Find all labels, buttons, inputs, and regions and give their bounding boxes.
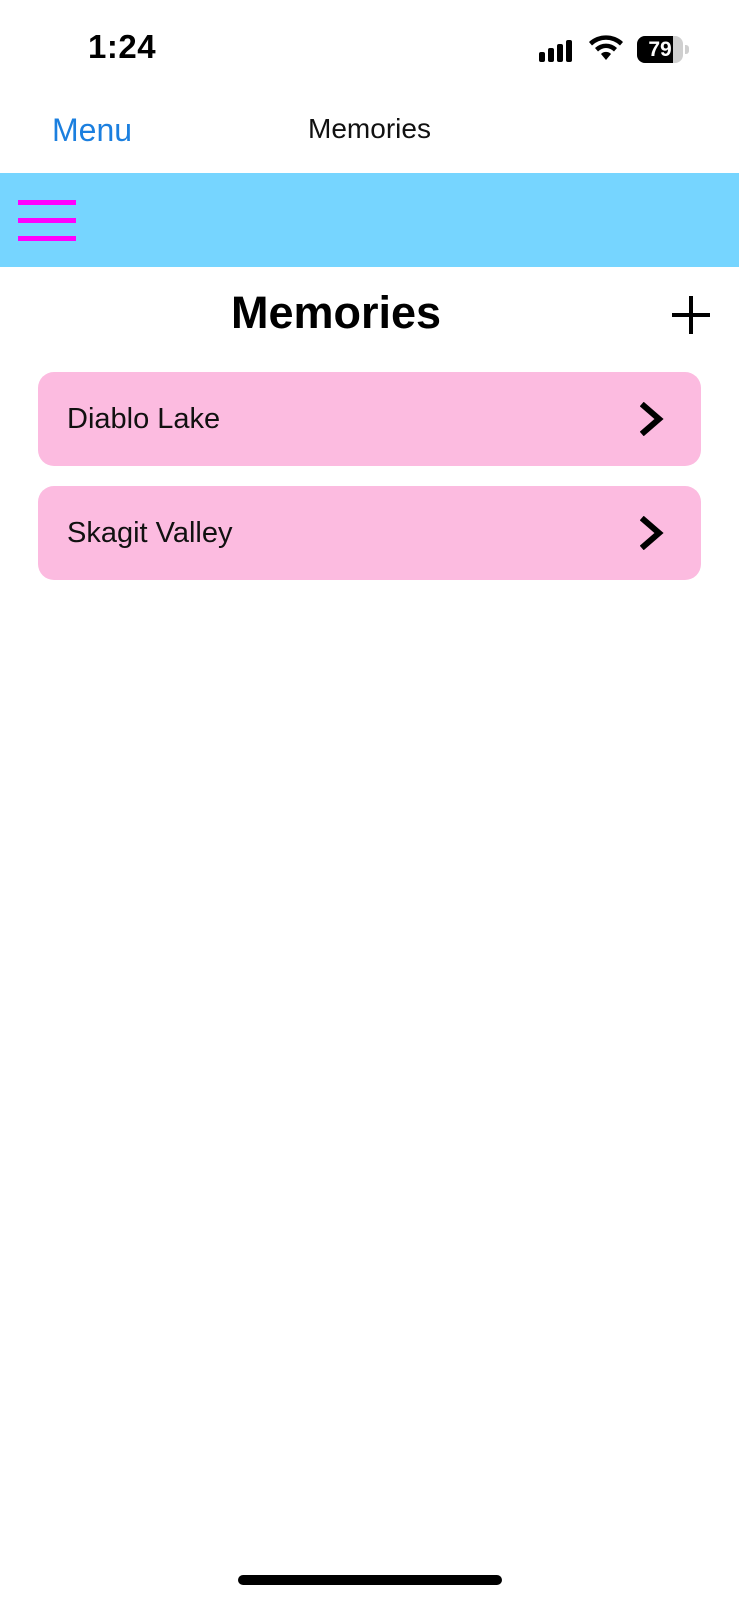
status-bar: 1:24 79 [0,0,739,96]
chevron-right-icon [639,401,664,437]
plus-icon[interactable] [670,294,712,336]
list-item[interactable]: Skagit Valley [38,486,701,580]
status-time: 1:24 [88,28,157,65]
nav-title: Memories [308,113,431,144]
chevron-right-icon [639,515,664,551]
list-item-label: Diablo Lake [67,403,221,435]
memory-list: Diablo Lake Skagit Valley [38,372,701,600]
list-item-label: Skagit Valley [67,517,233,549]
hamburger-menu-icon[interactable] [18,198,76,242]
navigation-bar: Menu Memories [0,96,739,173]
wifi-icon [588,34,624,62]
header-band [0,173,739,267]
page-title: Memories [230,287,442,338]
home-indicator[interactable] [238,1575,502,1585]
battery-level: 79 [648,38,672,61]
list-item[interactable]: Diablo Lake [38,372,701,466]
battery-icon: 79 [637,36,690,63]
cellular-signal-icon [539,36,579,62]
